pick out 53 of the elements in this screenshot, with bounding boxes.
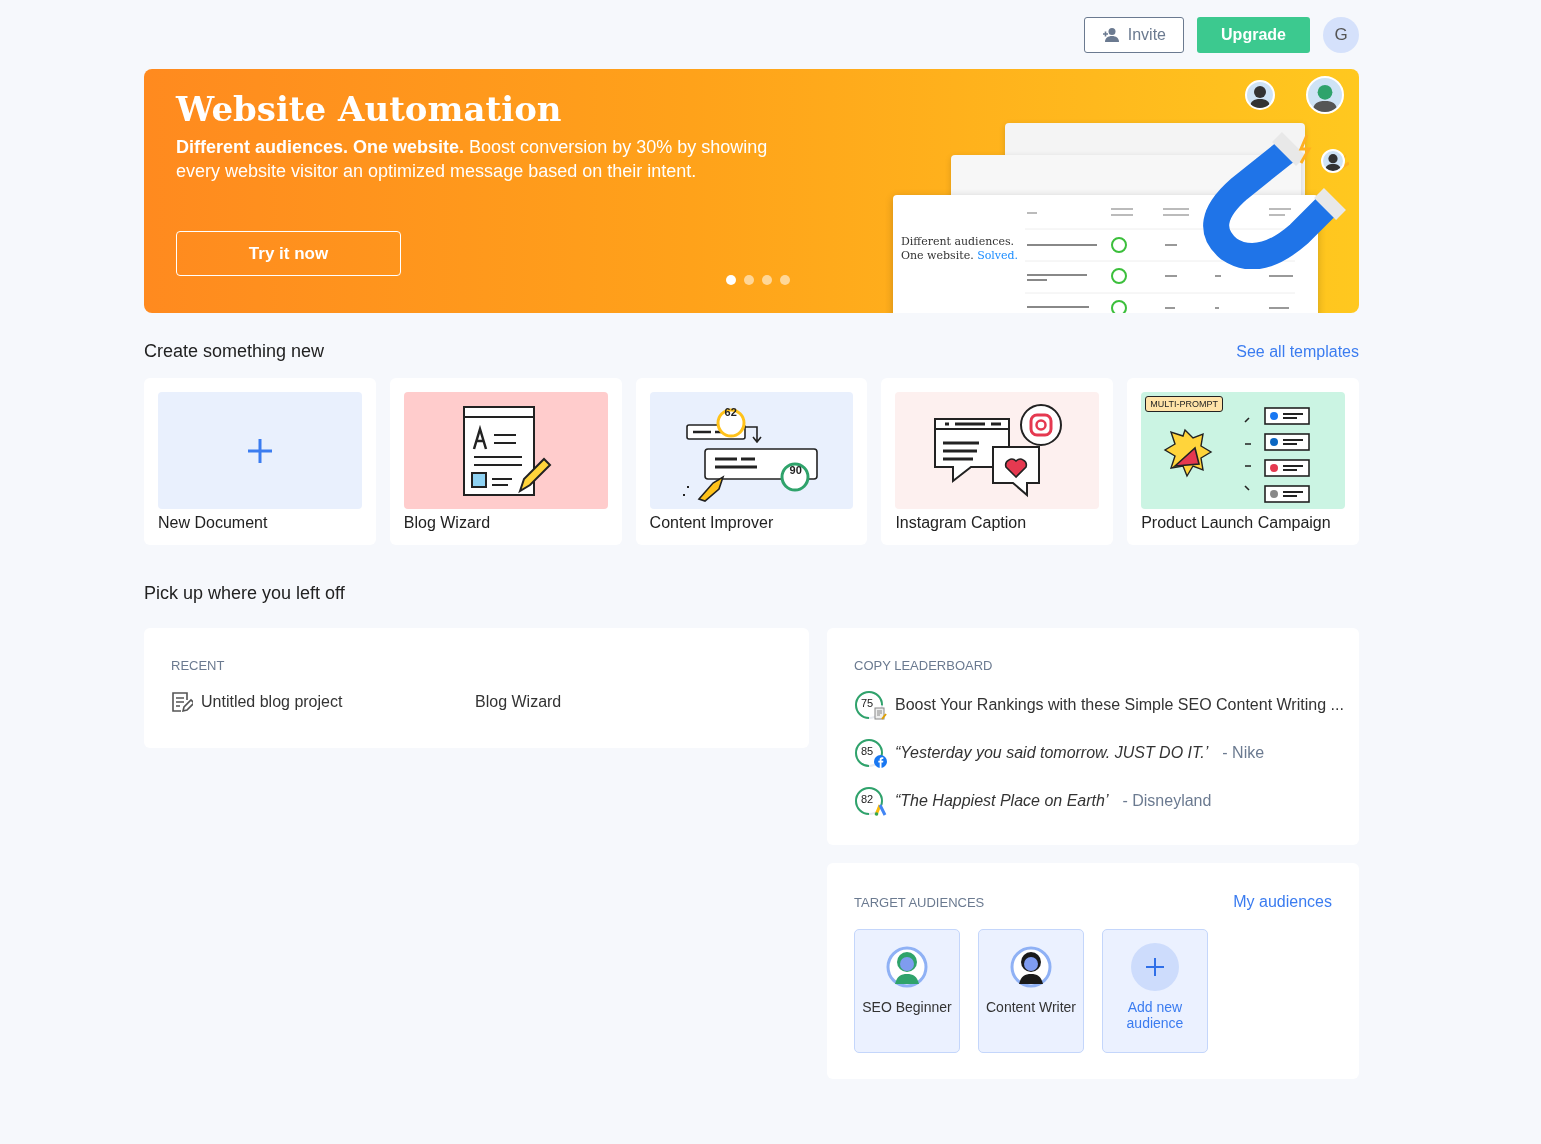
user-avatar[interactable]: G [1323,16,1359,53]
template-label: Blog Wizard [403,514,492,532]
ads-icon [874,803,887,816]
template-name: Blog Wizard [475,693,562,711]
score-ring [854,786,884,816]
person-avatar [1306,76,1344,114]
leaderboard-copy[interactable]: “The Happiest Place on Earth’ [895,792,1109,810]
template-card[interactable]: MULTI-PROMPT Product Launch Campaign [1127,378,1359,545]
invite-button[interactable]: Invite [1083,16,1184,53]
see-all-templates-link[interactable]: See all templates [1236,342,1359,361]
template-label: Product Launch Campaign [1141,514,1332,532]
carousel-dot[interactable] [726,275,736,285]
template-label: New Document [158,514,269,532]
carousel-dot[interactable] [780,275,790,285]
score-value: 82 [861,793,874,805]
multi-prompt-badge: MULTI-PROMPT [1145,396,1224,412]
person-avatar [1245,80,1275,110]
document-edit-icon [171,691,193,713]
leaderboard-copy[interactable]: Boost Your Rankings with these Simple SEO Content Writing ... [895,696,1344,714]
banner-subtitle: Different audiences. One website. Boost conversion by 30% by showing every website visitor an optimized message based on their intent. [176,136,769,183]
add-audience-button[interactable]: Add new audience [1102,929,1208,1053]
audience-card[interactable]: Content Writer [978,929,1084,1053]
plus-icon [245,436,274,465]
panel-title: RECENT [171,658,226,673]
facebook-icon [874,755,887,768]
template-card[interactable]: New Document [144,378,376,545]
document-icon [874,707,887,720]
score-label: 90 [789,464,802,476]
plus-icon [1145,957,1165,977]
carousel-dot[interactable] [762,275,772,285]
template-card[interactable]: Blog Wizard [389,378,622,545]
add-user-icon [1101,26,1120,43]
banner-title: Website Automation [176,89,562,129]
template-card[interactable]: Instagram Caption [881,378,1114,545]
mockup-headline: Different audiences. One website. Solved. [901,235,1020,263]
score-label: 62 [724,406,737,418]
leaderboard-copy[interactable]: “Yesterday you said tomorrow. JUST DO IT.’ [895,744,1209,762]
panel-title: COPY LEADERBOARD [854,658,994,673]
score-value: 75 [861,697,874,709]
template-label: Content Improver [649,514,775,532]
score-value: 85 [861,745,874,757]
recent-document-link[interactable]: Untitled blog project [201,693,467,711]
template-label: Instagram Caption [895,514,1028,532]
copy-author: - Disneyland [1122,792,1212,810]
copy-author: - Nike [1222,744,1265,762]
carousel-dot[interactable] [744,275,754,285]
panel-title: TARGET AUDIENCES [854,894,985,910]
section-title: Create something new [144,341,325,362]
audience-card[interactable]: SEO Beginner [854,929,960,1053]
person-avatar [1321,149,1345,173]
my-audiences-link[interactable]: My audiences [1233,893,1332,911]
section-title: Pick up where you left off [144,583,345,604]
template-card[interactable]: 62 90 Content Improver [635,378,868,545]
